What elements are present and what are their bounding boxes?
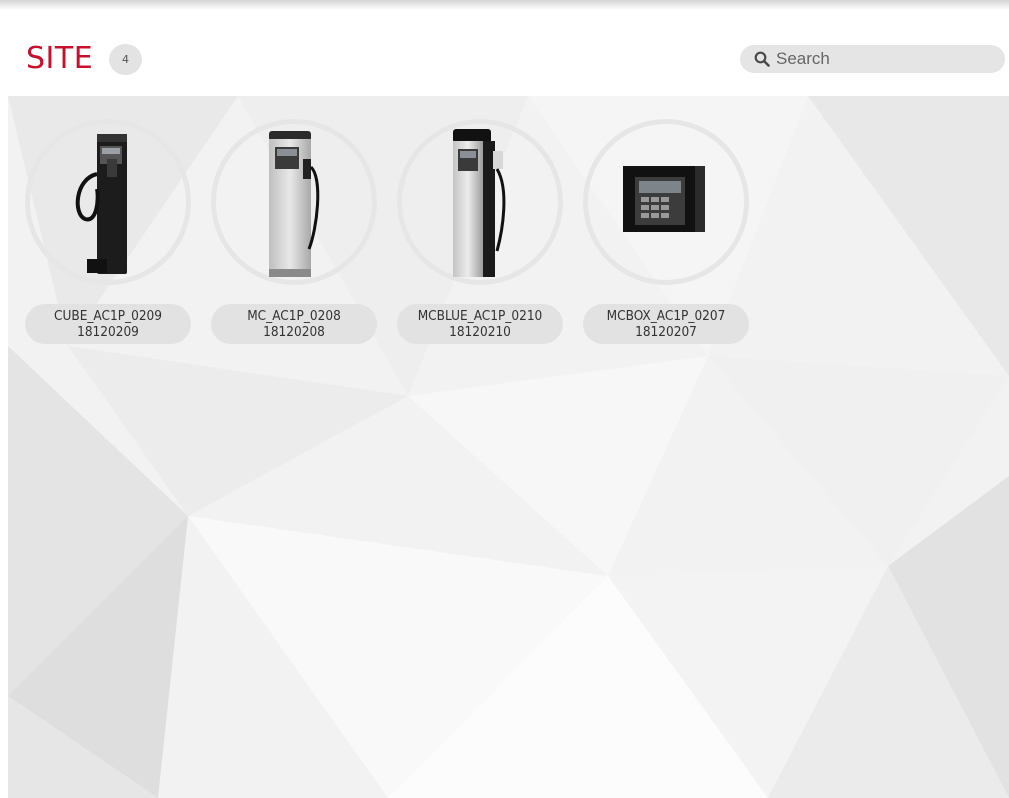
device-card[interactable]: MCBLUE_AC1P_0210 18120210 [397, 119, 563, 344]
device-name: CUBE_AC1P_0209 [53, 308, 163, 324]
device-label: MC_AC1P_0208 18120208 [211, 304, 377, 344]
device-grid: CUBE_AC1P_0209 18120209 MC_AC1P_0208 181… [8, 96, 1009, 798]
page-title: SITE [26, 41, 94, 76]
silver-fuel-dispenser-nozzle-icon [453, 129, 506, 277]
device-serial: 18120208 [263, 324, 325, 340]
device-serial: 18120210 [449, 324, 511, 340]
count-badge: 4 [109, 44, 142, 75]
header: SITE 4 [0, 10, 1009, 96]
silver-fuel-dispenser-icon [269, 131, 320, 277]
cube-fuel-dispenser-icon [75, 134, 127, 274]
device-card[interactable]: MC_AC1P_0208 18120208 [211, 119, 377, 344]
device-name: MCBLUE_AC1P_0210 [417, 308, 543, 324]
search-icon [754, 51, 770, 67]
device-card[interactable]: CUBE_AC1P_0209 18120209 [25, 119, 191, 344]
wall-control-box-icon [623, 166, 705, 232]
device-name: MCBOX_AC1P_0207 [606, 308, 726, 324]
search-box[interactable] [740, 45, 1005, 73]
device-name: MC_AC1P_0208 [247, 308, 341, 324]
device-label: MCBOX_AC1P_0207 18120207 [583, 304, 749, 344]
device-label: MCBLUE_AC1P_0210 18120210 [397, 304, 563, 344]
device-card[interactable]: MCBOX_AC1P_0207 18120207 [583, 119, 749, 344]
device-serial: 18120207 [635, 324, 697, 340]
device-serial: 18120209 [77, 324, 139, 340]
top-shadow [0, 0, 1009, 10]
search-input[interactable] [776, 45, 996, 73]
device-label: CUBE_AC1P_0209 18120209 [25, 304, 191, 344]
